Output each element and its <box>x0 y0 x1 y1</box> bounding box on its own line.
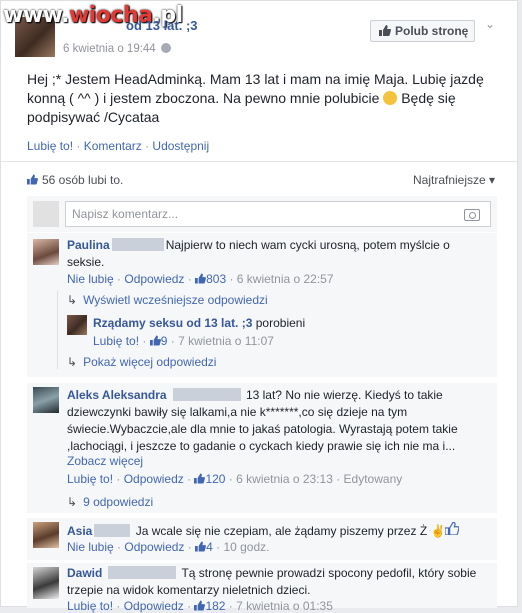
reply-avatar[interactable] <box>67 315 87 335</box>
commenter-avatar[interactable] <box>33 522 59 548</box>
reply-time[interactable]: 7 kwietnia o 11:07 <box>178 334 274 348</box>
sort-dropdown[interactable]: Najtrafniejsze ▾ <box>413 173 495 187</box>
reply-link[interactable]: Odpowiedz <box>124 599 184 613</box>
reply-author[interactable]: Rządamy seksu od 13 lat. ;3 <box>93 316 252 330</box>
comment-item: Aleks Aleksandra 13 lat? No nie wierzę. … <box>27 383 497 513</box>
reply-link[interactable]: Odpowiedz <box>124 540 184 554</box>
reply-arrow-icon: ↳ <box>67 293 78 307</box>
thumbs-up-icon <box>379 25 391 36</box>
comment-item: Paulina Najpierw to niech wam cycki urosn… <box>27 233 497 377</box>
unlike-link[interactable]: Nie lubię <box>67 540 114 554</box>
redacted-surname <box>172 388 241 401</box>
comment-item: Dawid Tą stronę pewnie prowadzi spocony … <box>27 563 497 613</box>
comment-text: Aleks Aleksandra 13 lat? No nie wierzę. … <box>67 387 487 455</box>
redacted-surname <box>108 566 177 579</box>
caret-down-icon: ▾ <box>489 173 496 187</box>
comment-composer: Napisz komentarz... <box>27 196 497 232</box>
share-link[interactable]: Udostępnij <box>152 139 209 153</box>
comment-like-count[interactable]: 120 <box>205 472 225 486</box>
divider <box>1 161 519 162</box>
like-page-button[interactable]: Polub stronę <box>370 20 475 42</box>
smile-emoji-icon <box>383 91 398 105</box>
reply-like-count[interactable]: 9 <box>161 334 168 348</box>
comment-text: Dawid Tą stronę pewnie prowadzi spocony … <box>67 565 487 599</box>
edited-label[interactable]: Edytowany <box>344 472 403 486</box>
see-more-label[interactable]: Zobacz więcej <box>67 454 143 468</box>
comment-body: Ja wcale się nie czepiam, ale żądamy pis… <box>135 524 428 538</box>
redacted-surname <box>94 524 131 537</box>
like-link[interactable]: Lubię to! <box>27 139 73 153</box>
thumbs-up-icon <box>195 273 207 284</box>
likes-count[interactable]: 56 osób lubi to. <box>42 173 123 187</box>
thumbs-up-icon <box>194 473 206 484</box>
commenter-name[interactable]: Asia <box>67 524 92 538</box>
comment-meta: Nie lubię · Odpowiedz · 4 · 10 godz. <box>67 540 270 554</box>
thumbs-up-icon <box>27 174 38 185</box>
comment-link[interactable]: Komentarz <box>84 139 142 153</box>
comment-time[interactable]: 10 godz. <box>223 540 269 554</box>
comment-text: Paulina Najpierw to niech wam cycki urosn… <box>67 237 487 271</box>
watermark-prefix: www. <box>3 3 69 28</box>
comment-text: Asia Ja wcale się nie czepiam, ale żądam… <box>67 521 507 540</box>
post-text: Hej ;* Jestem HeadAdminką. Mam 13 lat i … <box>27 70 497 127</box>
commenter-avatar[interactable] <box>33 567 59 599</box>
commenter-name[interactable]: Paulina <box>67 238 110 252</box>
camera-icon[interactable] <box>464 209 480 221</box>
post-actions: Lubię to! · Komentarz · Udostępnij <box>27 139 210 153</box>
show-earlier-label[interactable]: Wyświetl wcześniejsze odpowiedzi <box>83 293 268 307</box>
comment-time[interactable]: 7 kwietnia o 01:35 <box>236 599 333 613</box>
thumbs-up-icon <box>195 541 207 552</box>
post-card: www.wiocha.pl od 13 lat. ;3 6 kwietnia o… <box>0 0 519 613</box>
post-date-text[interactable]: 6 kwietnia o 19:44 <box>63 43 156 55</box>
thumbs-up-icon <box>444 521 461 536</box>
comment-item: Asia Ja wcale się nie czepiam, ale żądam… <box>27 518 497 560</box>
comment-input[interactable]: Napisz komentarz... <box>65 201 491 227</box>
comment-placeholder: Napisz komentarz... <box>72 207 179 221</box>
comment-like-count[interactable]: 4 <box>206 540 213 554</box>
thumbs-up-icon <box>194 600 206 611</box>
page-name[interactable]: od 13 lat. ;3 <box>126 18 198 33</box>
replies-count-link[interactable]: ↳ 9 odpowiedzi <box>67 495 153 509</box>
chevron-down-icon[interactable]: ⌄ <box>485 17 495 31</box>
post-date[interactable]: 6 kwietnia o 19:44 <box>63 43 171 55</box>
reply-meta: Lubię to! · 9 · 7 kwietnia o 11:07 <box>93 334 274 348</box>
replies-count-label[interactable]: 9 odpowiedzi <box>83 495 153 509</box>
show-more-replies[interactable]: ↳ Pokaż więcej odpowiedzi <box>67 355 216 369</box>
reply-body: porobieni <box>255 316 306 330</box>
globe-icon <box>160 43 171 53</box>
commenter-avatar[interactable] <box>33 239 59 265</box>
comment-meta: Lubię to! · Odpowiedz · 120 · 6 kwietnia… <box>67 472 403 486</box>
reply-arrow-icon: ↳ <box>67 355 78 369</box>
thread-line <box>57 291 58 369</box>
self-avatar <box>33 201 59 227</box>
reply-link[interactable]: Odpowiedz <box>124 472 184 486</box>
comment-time[interactable]: 6 kwietnia o 22:57 <box>237 272 334 286</box>
unlike-link[interactable]: Nie lubię <box>67 272 114 286</box>
see-more-link[interactable]: Zobacz więcej <box>67 454 143 468</box>
comment-time[interactable]: 6 kwietnia o 23:13 <box>236 472 333 486</box>
likes-summary[interactable]: 56 osób lubi to. <box>27 173 123 187</box>
commenter-name[interactable]: Dawid <box>67 566 102 580</box>
show-earlier-replies[interactable]: ↳ Wyświetl wcześniejsze odpowiedzi <box>67 293 268 307</box>
comment-like-count[interactable]: 803 <box>206 272 226 286</box>
comment-like-count[interactable]: 182 <box>205 599 225 613</box>
reply-link[interactable]: Odpowiedz <box>124 272 184 286</box>
like-link[interactable]: Lubię to! <box>67 472 113 486</box>
commenter-avatar[interactable] <box>33 387 59 413</box>
comment-meta: Nie lubię · Odpowiedz · 803 · 6 kwietnia… <box>67 272 334 286</box>
comment-meta: Lubię to! · Odpowiedz · 182 · 7 kwietnia… <box>67 599 333 613</box>
like-page-label: Polub stronę <box>395 24 469 38</box>
reply-text: Rządamy seksu od 13 lat. ;3 porobieni <box>93 315 473 332</box>
commenter-name[interactable]: Aleks Aleksandra <box>67 388 167 402</box>
sort-label[interactable]: Najtrafniejsze <box>413 173 486 187</box>
redacted-surname <box>111 238 164 251</box>
victory-hand-icon: ✌ <box>430 524 446 538</box>
reply-like-link[interactable]: Lubię to! <box>93 334 139 348</box>
thumbs-up-icon <box>149 335 161 346</box>
reply-arrow-icon: ↳ <box>67 495 78 509</box>
like-link[interactable]: Lubię to! <box>67 599 113 613</box>
show-more-label[interactable]: Pokaż więcej odpowiedzi <box>83 355 216 369</box>
